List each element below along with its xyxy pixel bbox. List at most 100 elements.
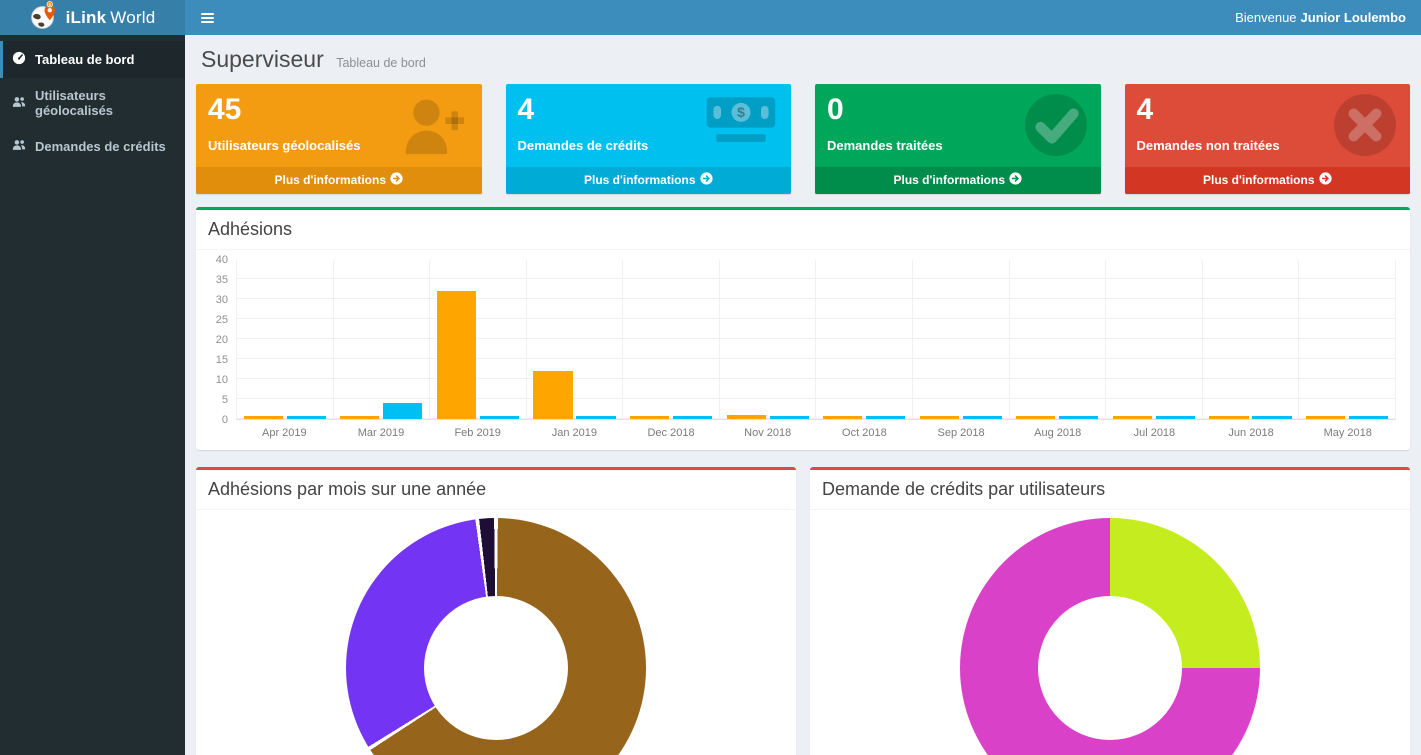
adhesions-bar-chart: 0510152025303540 Apr 2019Mar 2019Feb 201… xyxy=(206,260,1396,440)
sidebar-item-demandes-de-credits[interactable]: Demandes de crédits xyxy=(0,128,185,165)
x-tick-label: Sep 2018 xyxy=(913,420,1010,440)
serie-bleue-bar xyxy=(480,416,519,419)
x-tick-label: Mar 2019 xyxy=(333,420,430,440)
user-welcome[interactable]: Bienvenue Junior Loulembo xyxy=(1235,0,1421,35)
bar-category xyxy=(1105,260,1202,419)
stat-boxes-row: 45 Utilisateurs géolocalisés Plus d'info… xyxy=(196,84,1410,194)
plus-informations-link[interactable]: Plus d'informations xyxy=(815,167,1101,194)
bar-category xyxy=(1009,260,1106,419)
x-tick-label: Feb 2019 xyxy=(429,420,526,440)
page-title: Superviseur xyxy=(201,46,324,72)
bar-category xyxy=(815,260,912,419)
y-tick-label: 30 xyxy=(216,294,228,306)
ilink-globe-pin-icon: $ xyxy=(30,1,59,35)
stat-box-demandes-traitees: 0 Demandes traitées Plus d'informations xyxy=(815,84,1101,194)
y-tick-label: 20 xyxy=(216,334,228,346)
serie-bleue-bar xyxy=(963,416,1002,419)
welcome-text: Bienvenue xyxy=(1235,10,1296,25)
serie-orange-bar xyxy=(244,416,283,419)
adhesions-bar-chart-panel: Adhésions 0510152025303540 Apr 2019Mar 2… xyxy=(196,207,1410,450)
y-axis: 0510152025303540 xyxy=(206,260,236,420)
serie-bleue-bar xyxy=(866,416,905,419)
sidebar-item-utilisateurs-geolocalises[interactable]: Utilisateurs géolocalisés xyxy=(0,78,185,128)
serie-bleue-bar xyxy=(287,416,326,419)
panel-title: Adhésions xyxy=(196,210,1410,250)
bar-category xyxy=(333,260,430,419)
check-circle-icon xyxy=(1023,92,1089,163)
x-tick-label: Aug 2018 xyxy=(1009,420,1106,440)
svg-text:$: $ xyxy=(737,105,745,121)
money-icon: $ xyxy=(703,92,779,153)
sidebar-item-label: Utilisateurs géolocalisés xyxy=(35,88,176,118)
panel-title: Adhésions par mois sur une année xyxy=(196,470,796,510)
bar-category xyxy=(526,260,623,419)
stat-box-utilisateurs-geolocalises: 45 Utilisateurs géolocalisés Plus d'info… xyxy=(196,84,482,194)
sidebar-toggle-button[interactable] xyxy=(185,0,229,35)
x-tick-label: Jun 2018 xyxy=(1203,420,1300,440)
x-tick-label: Jul 2018 xyxy=(1106,420,1203,440)
bar-plot-area xyxy=(236,260,1396,420)
content-header: Superviseur Tableau de bord xyxy=(196,41,1410,84)
y-tick-label: 15 xyxy=(216,354,228,366)
plus-informations-link[interactable]: Plus d'informations xyxy=(1125,167,1411,194)
bar-category xyxy=(719,260,816,419)
plus-informations-link[interactable]: Plus d'informations xyxy=(196,167,482,194)
stat-box-demandes-non-traitees: 4 Demandes non traitées Plus d'informati… xyxy=(1125,84,1411,194)
serie-orange-bar xyxy=(1306,416,1345,419)
brand-text: iLinkWorld xyxy=(66,8,156,28)
serie-orange-bar xyxy=(823,416,862,419)
serie-orange-bar xyxy=(920,416,959,419)
users-icon xyxy=(12,138,26,155)
serie-orange-bar xyxy=(1016,416,1055,419)
serie-orange-bar xyxy=(727,415,766,419)
arrow-circle-right-icon xyxy=(1319,172,1332,188)
x-tick-label: May 2018 xyxy=(1299,420,1396,440)
y-tick-label: 10 xyxy=(216,374,228,386)
serie-orange-bar xyxy=(533,371,572,419)
x-tick-label: Oct 2018 xyxy=(816,420,913,440)
adhesions-donut-chart xyxy=(346,518,646,755)
bar-category xyxy=(236,260,333,419)
plus-informations-link[interactable]: Plus d'informations xyxy=(506,167,792,194)
arrow-circle-right-icon xyxy=(1009,172,1022,188)
y-tick-label: 0 xyxy=(222,414,228,426)
x-axis-labels: Apr 2019Mar 2019Feb 2019Jan 2019Dec 2018… xyxy=(236,420,1396,440)
x-tick-label: Nov 2018 xyxy=(719,420,816,440)
y-tick-label: 40 xyxy=(216,254,228,266)
bar-category xyxy=(1298,260,1396,419)
serie-bleue-bar xyxy=(1252,416,1291,419)
serie-orange-bar xyxy=(1113,416,1152,419)
serie-bleue-bar xyxy=(1059,416,1098,419)
y-tick-label: 5 xyxy=(222,394,228,406)
times-circle-icon xyxy=(1332,92,1398,163)
bar-category xyxy=(1202,260,1299,419)
serie-orange-bar xyxy=(437,291,476,419)
serie-orange-bar xyxy=(340,416,379,419)
stat-box-demandes-de-credits: 4 Demandes de crédits $ Plus d'informati… xyxy=(506,84,792,194)
adhesions-donut-panel: Adhésions par mois sur une année xyxy=(196,467,796,755)
serie-bleue-bar xyxy=(1156,416,1195,419)
serie-orange-bar xyxy=(1209,416,1248,419)
x-tick-label: Jan 2019 xyxy=(526,420,623,440)
x-tick-label: Apr 2019 xyxy=(236,420,333,440)
sidebar-item-label: Tableau de bord xyxy=(35,52,134,67)
sidebar-item-tableau-de-bord[interactable]: Tableau de bord xyxy=(0,41,185,78)
brand-logo-link[interactable]: $ iLinkWorld xyxy=(0,0,185,35)
bar-category xyxy=(429,260,526,419)
credits-donut-panel: Demande de crédits par utilisateurs xyxy=(810,467,1410,755)
serie-bleue-bar xyxy=(673,416,712,419)
top-navbar: $ iLinkWorld Bienvenue Junior Loulembo xyxy=(0,0,1421,35)
bar-category xyxy=(912,260,1009,419)
serie-bleue-bar xyxy=(770,416,809,419)
x-tick-label: Dec 2018 xyxy=(623,420,720,440)
bar-category xyxy=(622,260,719,419)
sidebar-item-label: Demandes de crédits xyxy=(35,139,166,154)
main-content: Superviseur Tableau de bord 45 Utilisate… xyxy=(185,35,1421,755)
arrow-circle-right-icon xyxy=(390,172,403,188)
credits-donut-chart xyxy=(960,518,1260,755)
donut-charts-row: Adhésions par mois sur une année Demande… xyxy=(196,467,1410,755)
serie-bleue-bar xyxy=(576,416,615,419)
panel-title: Demande de crédits par utilisateurs xyxy=(810,470,1410,510)
users-icon xyxy=(12,95,26,112)
y-tick-label: 35 xyxy=(216,274,228,286)
